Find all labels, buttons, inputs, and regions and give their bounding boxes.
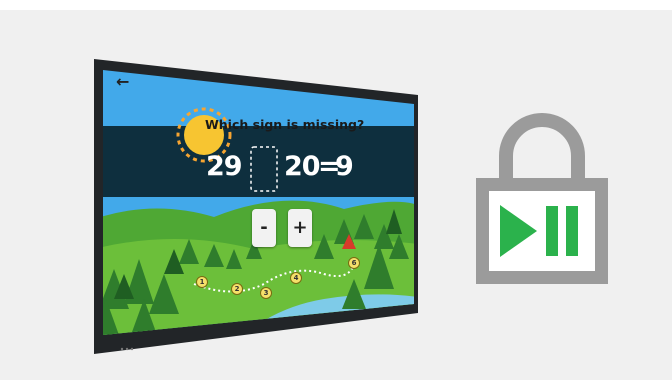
- interactive-display: [94, 59, 418, 354]
- question-text: Which sign is missing?: [205, 117, 365, 132]
- result-value: 9: [335, 151, 354, 182]
- play-pause-lock-icon: [476, 112, 608, 288]
- path-node: 6: [348, 257, 360, 269]
- right-operand: 20: [284, 151, 321, 182]
- path-node: 1: [196, 276, 208, 288]
- back-arrow-icon[interactable]: ←: [116, 72, 129, 91]
- plus-button[interactable]: +: [288, 209, 312, 247]
- minus-button[interactable]: -: [252, 209, 276, 247]
- path-node: 2: [231, 283, 243, 295]
- path-node: 4: [290, 272, 302, 284]
- left-operand: 29: [206, 151, 243, 182]
- path-node: 3: [260, 287, 272, 299]
